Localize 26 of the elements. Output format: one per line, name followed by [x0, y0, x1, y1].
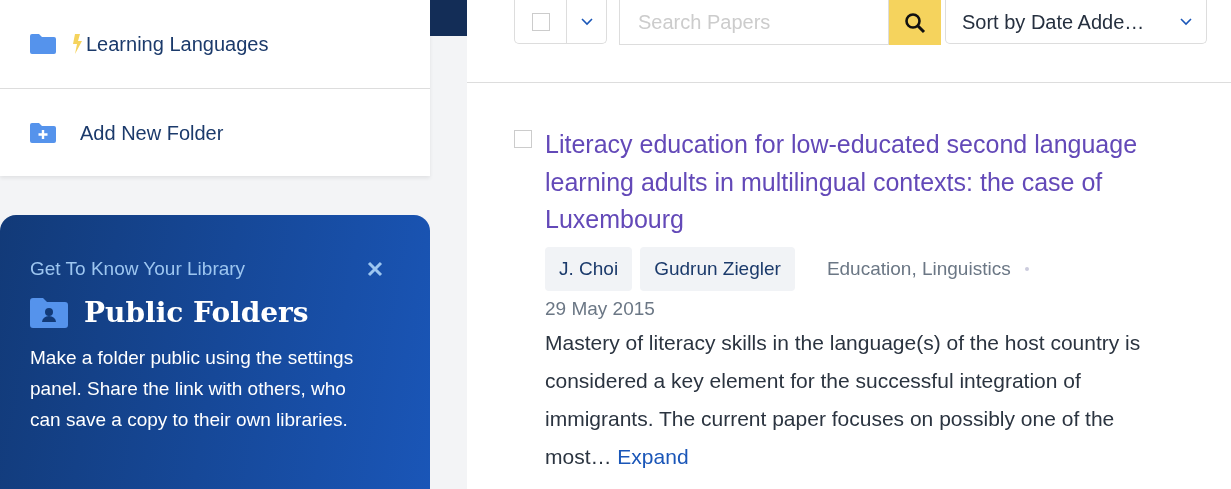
search-button[interactable]: [889, 0, 941, 45]
folder-icon: [30, 34, 56, 54]
paper-abstract: Mastery of literacy skills in the language(s) of the host country is considered a key element for the successful integration of immigrants. The current paper focuses on possibly one of the most… Expand: [545, 329, 1142, 470]
tip-eyebrow: Get To Know Your Library: [30, 257, 246, 281]
folder-item[interactable]: Learning Languages: [86, 29, 269, 59]
chevron-down-icon: [1180, 17, 1192, 26]
lightning-icon: [72, 34, 82, 54]
chevron-down-icon[interactable]: [580, 17, 593, 26]
author-tag[interactable]: Gudrun Ziegler: [640, 246, 795, 291]
tip-text: Make a folder public using the settings panel. Share the link with others, who can save a copy to their own libraries.: [30, 345, 355, 432]
sort-dropdown[interactable]: Sort by Date Adde…: [945, 0, 1207, 44]
close-icon[interactable]: [367, 261, 383, 278]
checkbox[interactable]: [514, 130, 532, 148]
paper-date: 29 May 2015: [545, 297, 656, 321]
paper-fields: Education, Linguistics: [826, 254, 1011, 283]
tip-title: Public Folders: [84, 294, 309, 331]
add-folder-link[interactable]: Add New Folder: [80, 117, 224, 148]
separator-dot: [1024, 266, 1029, 271]
search-icon: [904, 12, 926, 35]
header-bar: [430, 0, 467, 36]
checkbox[interactable]: [531, 12, 550, 31]
expand-link[interactable]: Expand: [617, 444, 689, 468]
author-tag[interactable]: J. Choi: [545, 246, 633, 291]
paper-title[interactable]: Literacy education for low-educated second language learning adults in multilingual contexts: the case of Luxembourg: [545, 126, 1219, 239]
folder-person-icon: [30, 297, 68, 328]
add-folder-icon: [30, 122, 56, 143]
